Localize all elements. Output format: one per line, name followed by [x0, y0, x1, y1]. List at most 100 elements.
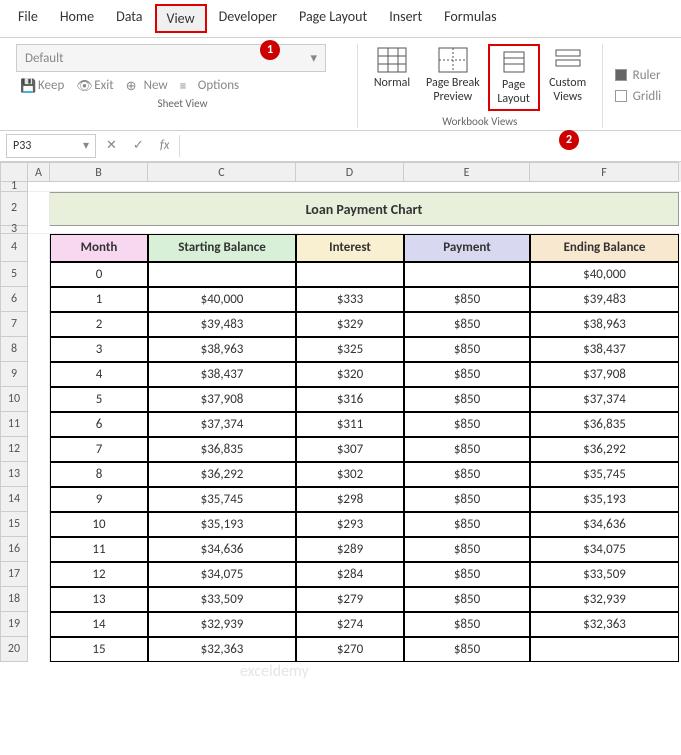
new-button[interactable]: ⊕New: [126, 78, 168, 93]
cell-F15[interactable]: $34,636: [530, 512, 679, 537]
cell-C7[interactable]: $39,483: [148, 312, 296, 337]
cell-B6[interactable]: 1: [50, 287, 148, 312]
row-header-4[interactable]: 4: [0, 234, 28, 262]
cell-A14[interactable]: [28, 487, 50, 512]
cell-C16[interactable]: $34,636: [148, 537, 296, 562]
name-box[interactable]: P33 ▾: [6, 134, 96, 158]
ruler-checkbox-row[interactable]: Ruler: [615, 68, 662, 83]
header-payment[interactable]: Payment: [404, 234, 530, 262]
cell-E8[interactable]: $850: [404, 337, 530, 362]
cell-A6[interactable]: [28, 287, 50, 312]
col-header-B[interactable]: B: [50, 162, 148, 182]
title-cell[interactable]: Loan Payment Chart: [50, 192, 679, 226]
cell-A4[interactable]: [28, 234, 50, 262]
cell-F8[interactable]: $38,437: [530, 337, 679, 362]
cell-B7[interactable]: 2: [50, 312, 148, 337]
cell-D17[interactable]: $284: [296, 562, 404, 587]
cell-C13[interactable]: $36,292: [148, 462, 296, 487]
cell-D20[interactable]: $270: [296, 637, 404, 662]
cell-D10[interactable]: $316: [296, 387, 404, 412]
cell-E15[interactable]: $850: [404, 512, 530, 537]
row-header-3[interactable]: 3: [0, 226, 28, 234]
cell-B14[interactable]: 9: [50, 487, 148, 512]
row-header-13[interactable]: 13: [0, 462, 28, 487]
cell-E10[interactable]: $850: [404, 387, 530, 412]
cell-F7[interactable]: $38,963: [530, 312, 679, 337]
row-header-5[interactable]: 5: [0, 262, 28, 287]
header-ending-balance[interactable]: Ending Balance: [530, 234, 679, 262]
header-month[interactable]: Month: [50, 234, 148, 262]
cell-E11[interactable]: $850: [404, 412, 530, 437]
cell-A17[interactable]: [28, 562, 50, 587]
cell-B10[interactable]: 5: [50, 387, 148, 412]
cell-C17[interactable]: $34,075: [148, 562, 296, 587]
cell-E18[interactable]: $850: [404, 587, 530, 612]
cell-F19[interactable]: $32,363: [530, 612, 679, 637]
cell-E12[interactable]: $850: [404, 437, 530, 462]
cancel-formula-icon[interactable]: ✕: [100, 138, 123, 153]
cell-E19[interactable]: $850: [404, 612, 530, 637]
cell-B20[interactable]: 15: [50, 637, 148, 662]
cell-A15[interactable]: [28, 512, 50, 537]
cell-D9[interactable]: $320: [296, 362, 404, 387]
cell-A12[interactable]: [28, 437, 50, 462]
cell-B19[interactable]: 14: [50, 612, 148, 637]
cell-C15[interactable]: $35,193: [148, 512, 296, 537]
cell-E7[interactable]: $850: [404, 312, 530, 337]
cell-C8[interactable]: $38,963: [148, 337, 296, 362]
row-header-11[interactable]: 11: [0, 412, 28, 437]
cell-D16[interactable]: $289: [296, 537, 404, 562]
row-header-1[interactable]: 1: [0, 182, 28, 192]
cell-F11[interactable]: $36,835: [530, 412, 679, 437]
accept-formula-icon[interactable]: ✓: [127, 138, 150, 153]
cell-B13[interactable]: 8: [50, 462, 148, 487]
cell-D12[interactable]: $307: [296, 437, 404, 462]
cell-B9[interactable]: 4: [50, 362, 148, 387]
view-normal[interactable]: Normal: [366, 44, 418, 111]
cell-blank[interactable]: [28, 182, 681, 192]
cell-A7[interactable]: [28, 312, 50, 337]
cell-C14[interactable]: $35,745: [148, 487, 296, 512]
cell-E13[interactable]: $850: [404, 462, 530, 487]
cell-F20[interactable]: [530, 637, 679, 662]
col-header-C[interactable]: C: [148, 162, 296, 182]
cell-D13[interactable]: $302: [296, 462, 404, 487]
row-header-10[interactable]: 10: [0, 387, 28, 412]
cell-F16[interactable]: $34,075: [530, 537, 679, 562]
cell-F5[interactable]: $40,000: [530, 262, 679, 287]
cell-C6[interactable]: $40,000: [148, 287, 296, 312]
row-header-12[interactable]: 12: [0, 437, 28, 462]
row-header-15[interactable]: 15: [0, 512, 28, 537]
cell-F13[interactable]: $35,745: [530, 462, 679, 487]
cell-B11[interactable]: 6: [50, 412, 148, 437]
row-header-18[interactable]: 18: [0, 587, 28, 612]
cell-B17[interactable]: 12: [50, 562, 148, 587]
cell-F14[interactable]: $35,193: [530, 487, 679, 512]
view-custom-views[interactable]: CustomViews: [542, 44, 594, 111]
cell-B16[interactable]: 11: [50, 537, 148, 562]
header-interest[interactable]: Interest: [296, 234, 404, 262]
header-starting-balance[interactable]: Starting Balance: [148, 234, 296, 262]
row-header-2[interactable]: 2: [0, 192, 28, 226]
cell-A8[interactable]: [28, 337, 50, 362]
cell-A10[interactable]: [28, 387, 50, 412]
cell-C19[interactable]: $32,939: [148, 612, 296, 637]
gridlines-checkbox-row[interactable]: Gridli: [615, 89, 662, 104]
cell-C18[interactable]: $33,509: [148, 587, 296, 612]
cell-blank[interactable]: [28, 226, 681, 234]
col-header-A[interactable]: A: [28, 162, 50, 182]
cell-C10[interactable]: $37,908: [148, 387, 296, 412]
cell-A16[interactable]: [28, 537, 50, 562]
view-page-break-preview[interactable]: Page BreakPreview: [420, 44, 486, 111]
tab-data[interactable]: Data: [106, 4, 152, 33]
cell-D5[interactable]: [296, 262, 404, 287]
row-header-9[interactable]: 9: [0, 362, 28, 387]
cell-A11[interactable]: [28, 412, 50, 437]
cell-D11[interactable]: $311: [296, 412, 404, 437]
row-header-7[interactable]: 7: [0, 312, 28, 337]
formula-input[interactable]: [179, 135, 675, 157]
cell-A2[interactable]: [28, 192, 50, 226]
cell-F6[interactable]: $39,483: [530, 287, 679, 312]
exit-button[interactable]: 👁Exit: [76, 78, 113, 93]
cell-B12[interactable]: 7: [50, 437, 148, 462]
